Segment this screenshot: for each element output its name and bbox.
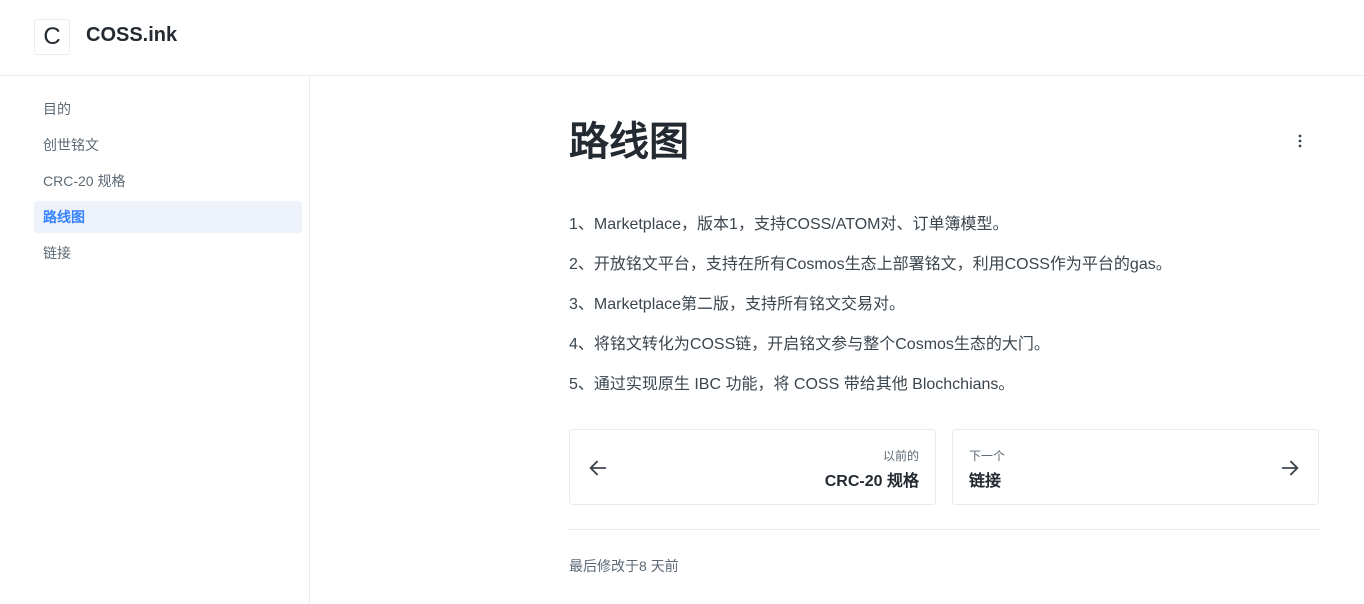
- next-page-title: 链接: [969, 473, 1002, 490]
- roadmap-item-2: 2、开放铭文平台，支持在所有Cosmos生态上部署铭文，利用COSS作为平台的g…: [569, 256, 1172, 273]
- sidebar: 目的 创世铭文 CRC-20 规格 路线图 链接: [0, 77, 310, 604]
- logo-letter: C: [43, 23, 61, 50]
- roadmap-item-4: 4、将铭文转化为COSS链，开启铭文参与整个Cosmos生态的大门。: [569, 336, 1050, 353]
- sidebar-item-links[interactable]: 链接: [34, 237, 302, 269]
- next-page-card[interactable]: 下一个 链接: [952, 429, 1319, 505]
- top-header: C COSS.ink: [0, 0, 1364, 76]
- more-vertical-icon: [1298, 134, 1302, 148]
- last-modified-text: 最后修改于8 天前: [569, 558, 679, 574]
- roadmap-item-3: 3、Marketplace第二版，支持所有铭文交易对。: [569, 296, 906, 313]
- sidebar-item-purpose[interactable]: 目的: [34, 93, 302, 125]
- footer-divider: [569, 529, 1319, 530]
- arrow-left-icon: [589, 460, 607, 476]
- sidebar-item-crc20-spec[interactable]: CRC-20 规格: [34, 165, 302, 197]
- sidebar-item-genesis-inscription[interactable]: 创世铭文: [34, 129, 302, 161]
- site-logo[interactable]: C: [34, 19, 70, 55]
- more-options-button[interactable]: [1288, 129, 1312, 153]
- previous-page-title: CRC-20 规格: [824, 473, 919, 490]
- previous-page-card[interactable]: 以前的 CRC-20 规格: [569, 429, 936, 505]
- roadmap-item-1: 1、Marketplace，版本1，支持COSS/ATOM对、订单簿模型。: [569, 216, 1009, 233]
- page-title: 路线图: [569, 120, 689, 164]
- arrow-right-icon: [1281, 460, 1299, 476]
- previous-hint: 以前的: [882, 449, 919, 463]
- roadmap-item-5: 5、通过实现原生 IBC 功能，将 COSS 带给其他 Blochchians。: [569, 376, 1015, 393]
- site-title[interactable]: COSS.ink: [86, 24, 177, 47]
- sidebar-item-roadmap[interactable]: 路线图: [34, 201, 302, 233]
- next-hint: 下一个: [969, 449, 1006, 463]
